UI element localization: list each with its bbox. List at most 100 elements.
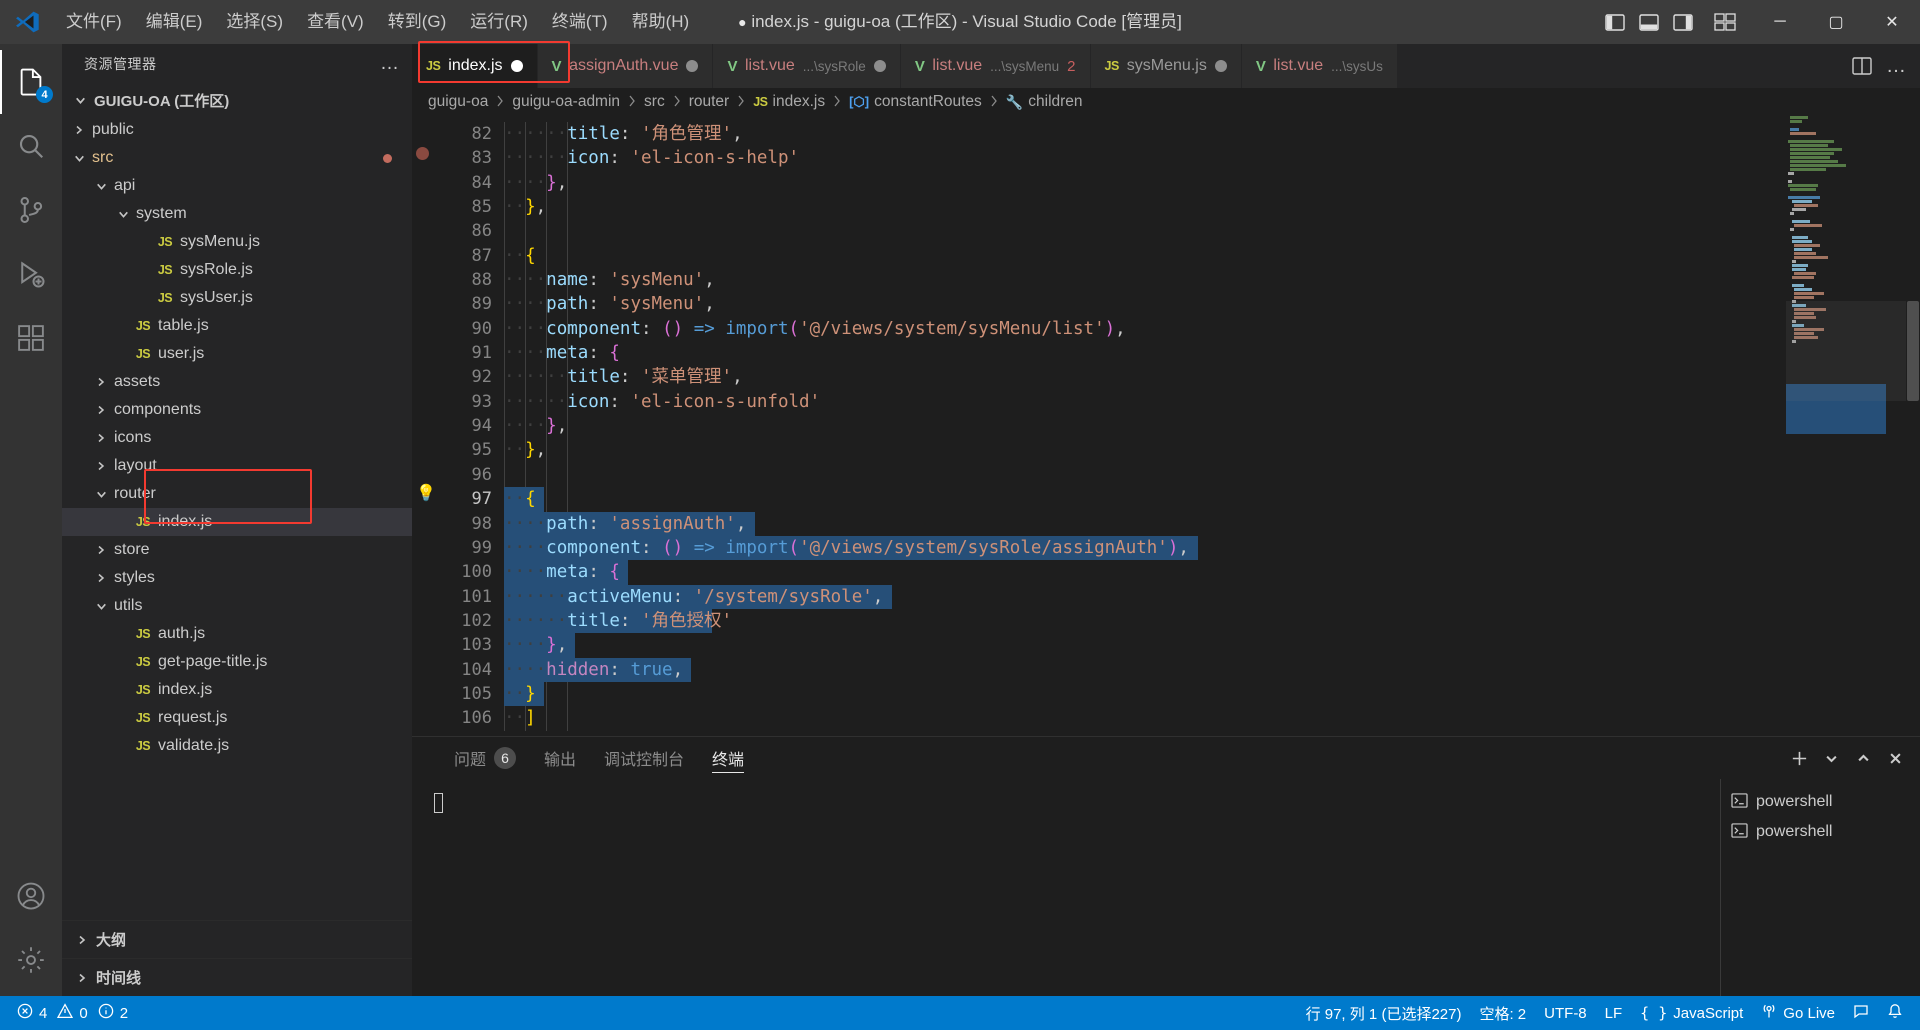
menu-run[interactable]: 运行(R) (458, 0, 540, 44)
split-editor-icon[interactable] (1848, 52, 1876, 80)
tree-item-src[interactable]: src (62, 144, 412, 172)
chevron-down-icon[interactable] (1816, 743, 1846, 773)
maximize-button[interactable]: ▢ (1808, 0, 1864, 44)
tree-item-table-js[interactable]: JStable.js (62, 312, 412, 340)
maximize-panel-icon[interactable] (1848, 743, 1878, 773)
code-line[interactable]: ····path: 'assignAuth', (500, 512, 1920, 536)
tree-item-sysRole-js[interactable]: JSsysRole.js (62, 256, 412, 284)
tree-item-sysMenu-js[interactable]: JSsysMenu.js (62, 228, 412, 256)
tree-item-api[interactable]: api (62, 172, 412, 200)
tree-item-assets[interactable]: assets (62, 368, 412, 396)
code-line[interactable]: ····}, (500, 171, 1920, 195)
editor-more-actions-icon[interactable]: … (1882, 52, 1910, 80)
toggle-panel-icon[interactable] (1634, 7, 1664, 37)
breadcrumb-item-constantRoutes[interactable]: [⬡]constantRoutes (849, 93, 982, 111)
terminal-list[interactable]: powershell powershell (1720, 779, 1920, 996)
menu-file[interactable]: 文件(F) (54, 0, 134, 44)
breadcrumb-item-guigu-oa[interactable]: guigu-oa (428, 93, 488, 111)
tree-item-layout[interactable]: layout (62, 452, 412, 480)
tree-item-styles[interactable]: styles (62, 564, 412, 592)
tree-item-user-js[interactable]: JSuser.js (62, 340, 412, 368)
terminal-list-item[interactable]: powershell (1721, 787, 1920, 817)
code-line[interactable]: ······title: '菜单管理', (500, 365, 1920, 389)
code-line[interactable]: ····path: 'sysMenu', (500, 292, 1920, 316)
code-line[interactable]: ··{ (500, 244, 1920, 268)
code-line[interactable]: ······icon: 'el-icon-s-help' (500, 146, 1920, 170)
code-line[interactable]: ····hidden: true, (500, 658, 1920, 682)
panel-tab-debug-console[interactable]: 调试控制台 (590, 737, 698, 779)
sidebar-more-icon[interactable]: … (380, 53, 400, 75)
code-line[interactable]: ··{ (500, 487, 1920, 511)
code-line[interactable]: ····}, (500, 633, 1920, 657)
toggle-primary-sidebar-icon[interactable] (1600, 7, 1630, 37)
menu-bar[interactable]: 文件(F) 编辑(E) 选择(S) 查看(V) 转到(G) 运行(R) 终端(T… (54, 0, 701, 44)
editor-tab-sysMenu-js[interactable]: JSsysMenu.js (1091, 44, 1242, 88)
editor-code-content[interactable]: ······title: '角色管理',······icon: 'el-icon… (500, 116, 1920, 736)
tree-item-index-js[interactable]: JSindex.js (62, 676, 412, 704)
editor-tab-assignAuth-vue[interactable]: VassignAuth.vue (538, 44, 714, 88)
activity-source-control[interactable] (0, 178, 62, 242)
code-line[interactable]: ··} (500, 682, 1920, 706)
activity-explorer[interactable]: 4 (0, 50, 62, 114)
quick-fix-lightbulb-icon[interactable]: 💡 (416, 484, 436, 504)
tree-item-get-page-title-js[interactable]: JSget-page-title.js (62, 648, 412, 676)
panel-tab-terminal[interactable]: 终端 (698, 737, 758, 779)
code-line[interactable]: ······title: '角色授权' (500, 609, 1920, 633)
minimap-viewport-slider[interactable] (1786, 301, 1906, 401)
code-line[interactable]: ····component: () => import('@/views/sys… (500, 536, 1920, 560)
status-indentation[interactable]: 空格: 2 (1470, 996, 1535, 1030)
editor-glyph-margin[interactable]: 💡 (412, 116, 438, 736)
tab-dirty-indicator-icon[interactable] (874, 60, 886, 72)
editor-scroll-thumb[interactable] (1907, 301, 1919, 401)
close-button[interactable]: ✕ (1864, 0, 1920, 44)
tree-item-index-js[interactable]: JSindex.js (62, 508, 412, 536)
status-language-mode[interactable]: { } JavaScript (1631, 996, 1752, 1030)
breadcrumb-item-src[interactable]: src (644, 93, 665, 111)
section-outline[interactable]: 大纲 (62, 920, 412, 958)
breakpoint-icon[interactable] (416, 147, 429, 160)
code-line[interactable] (500, 463, 1920, 487)
customize-layout-icon[interactable] (1710, 7, 1740, 37)
tree-item-auth-js[interactable]: JSauth.js (62, 620, 412, 648)
activity-extensions[interactable] (0, 306, 62, 370)
editor-tab-list-vue-5[interactable]: Vlist.vue...\sysUs (1242, 44, 1398, 88)
tree-item-sysUser-js[interactable]: JSsysUser.js (62, 284, 412, 312)
activity-account[interactable] (0, 864, 62, 928)
activity-search[interactable] (0, 114, 62, 178)
tree-item-utils[interactable]: utils (62, 592, 412, 620)
section-timeline[interactable]: 时间线 (62, 958, 412, 996)
editor-tabs[interactable]: JSindex.jsVassignAuth.vue Vlist.vue...\sy… (412, 44, 1838, 88)
tree-item-request-js[interactable]: JSrequest.js (62, 704, 412, 732)
code-line[interactable]: ····name: 'sysMenu', (500, 268, 1920, 292)
code-line[interactable]: ······activeMenu: '/system/sysRole', (500, 585, 1920, 609)
toggle-secondary-sidebar-icon[interactable] (1668, 7, 1698, 37)
code-line[interactable]: ····meta: { (500, 341, 1920, 365)
tab-dirty-indicator-icon[interactable] (686, 60, 698, 72)
status-cursor-position[interactable]: 行 97, 列 1 (已选择227) (1297, 996, 1471, 1030)
menu-terminal[interactable]: 终端(T) (540, 0, 620, 44)
editor-scrollbar[interactable] (1906, 116, 1920, 736)
terminal-output[interactable] (412, 779, 1720, 996)
code-line[interactable]: ····meta: { (500, 560, 1920, 584)
panel-tab-output[interactable]: 输出 (530, 737, 590, 779)
add-terminal-icon[interactable] (1784, 743, 1814, 773)
code-line[interactable]: ··}, (500, 438, 1920, 462)
editor-tab-index-js[interactable]: JSindex.js (412, 44, 538, 88)
tree-item-store[interactable]: store (62, 536, 412, 564)
close-panel-icon[interactable] (1880, 743, 1910, 773)
menu-view[interactable]: 查看(V) (295, 0, 376, 44)
tab-dirty-indicator-icon[interactable] (511, 60, 523, 72)
menu-edit[interactable]: 编辑(E) (134, 0, 215, 44)
code-line[interactable]: ······title: '角色管理', (500, 122, 1920, 146)
code-line[interactable] (500, 219, 1920, 243)
code-line[interactable]: ··}, (500, 195, 1920, 219)
status-problems[interactable]: 4 0 2 (8, 996, 137, 1030)
code-line[interactable]: ····}, (500, 414, 1920, 438)
menu-select[interactable]: 选择(S) (214, 0, 295, 44)
status-notifications[interactable] (1878, 996, 1912, 1030)
breadcrumb-item-guigu-oa-admin[interactable]: guigu-oa-admin (512, 93, 620, 111)
workspace-root-row[interactable]: GUIGU-OA (工作区) (62, 84, 412, 116)
status-feedback[interactable] (1844, 996, 1878, 1030)
tree-item-components[interactable]: components (62, 396, 412, 424)
status-go-live[interactable]: Go Live (1752, 996, 1844, 1030)
